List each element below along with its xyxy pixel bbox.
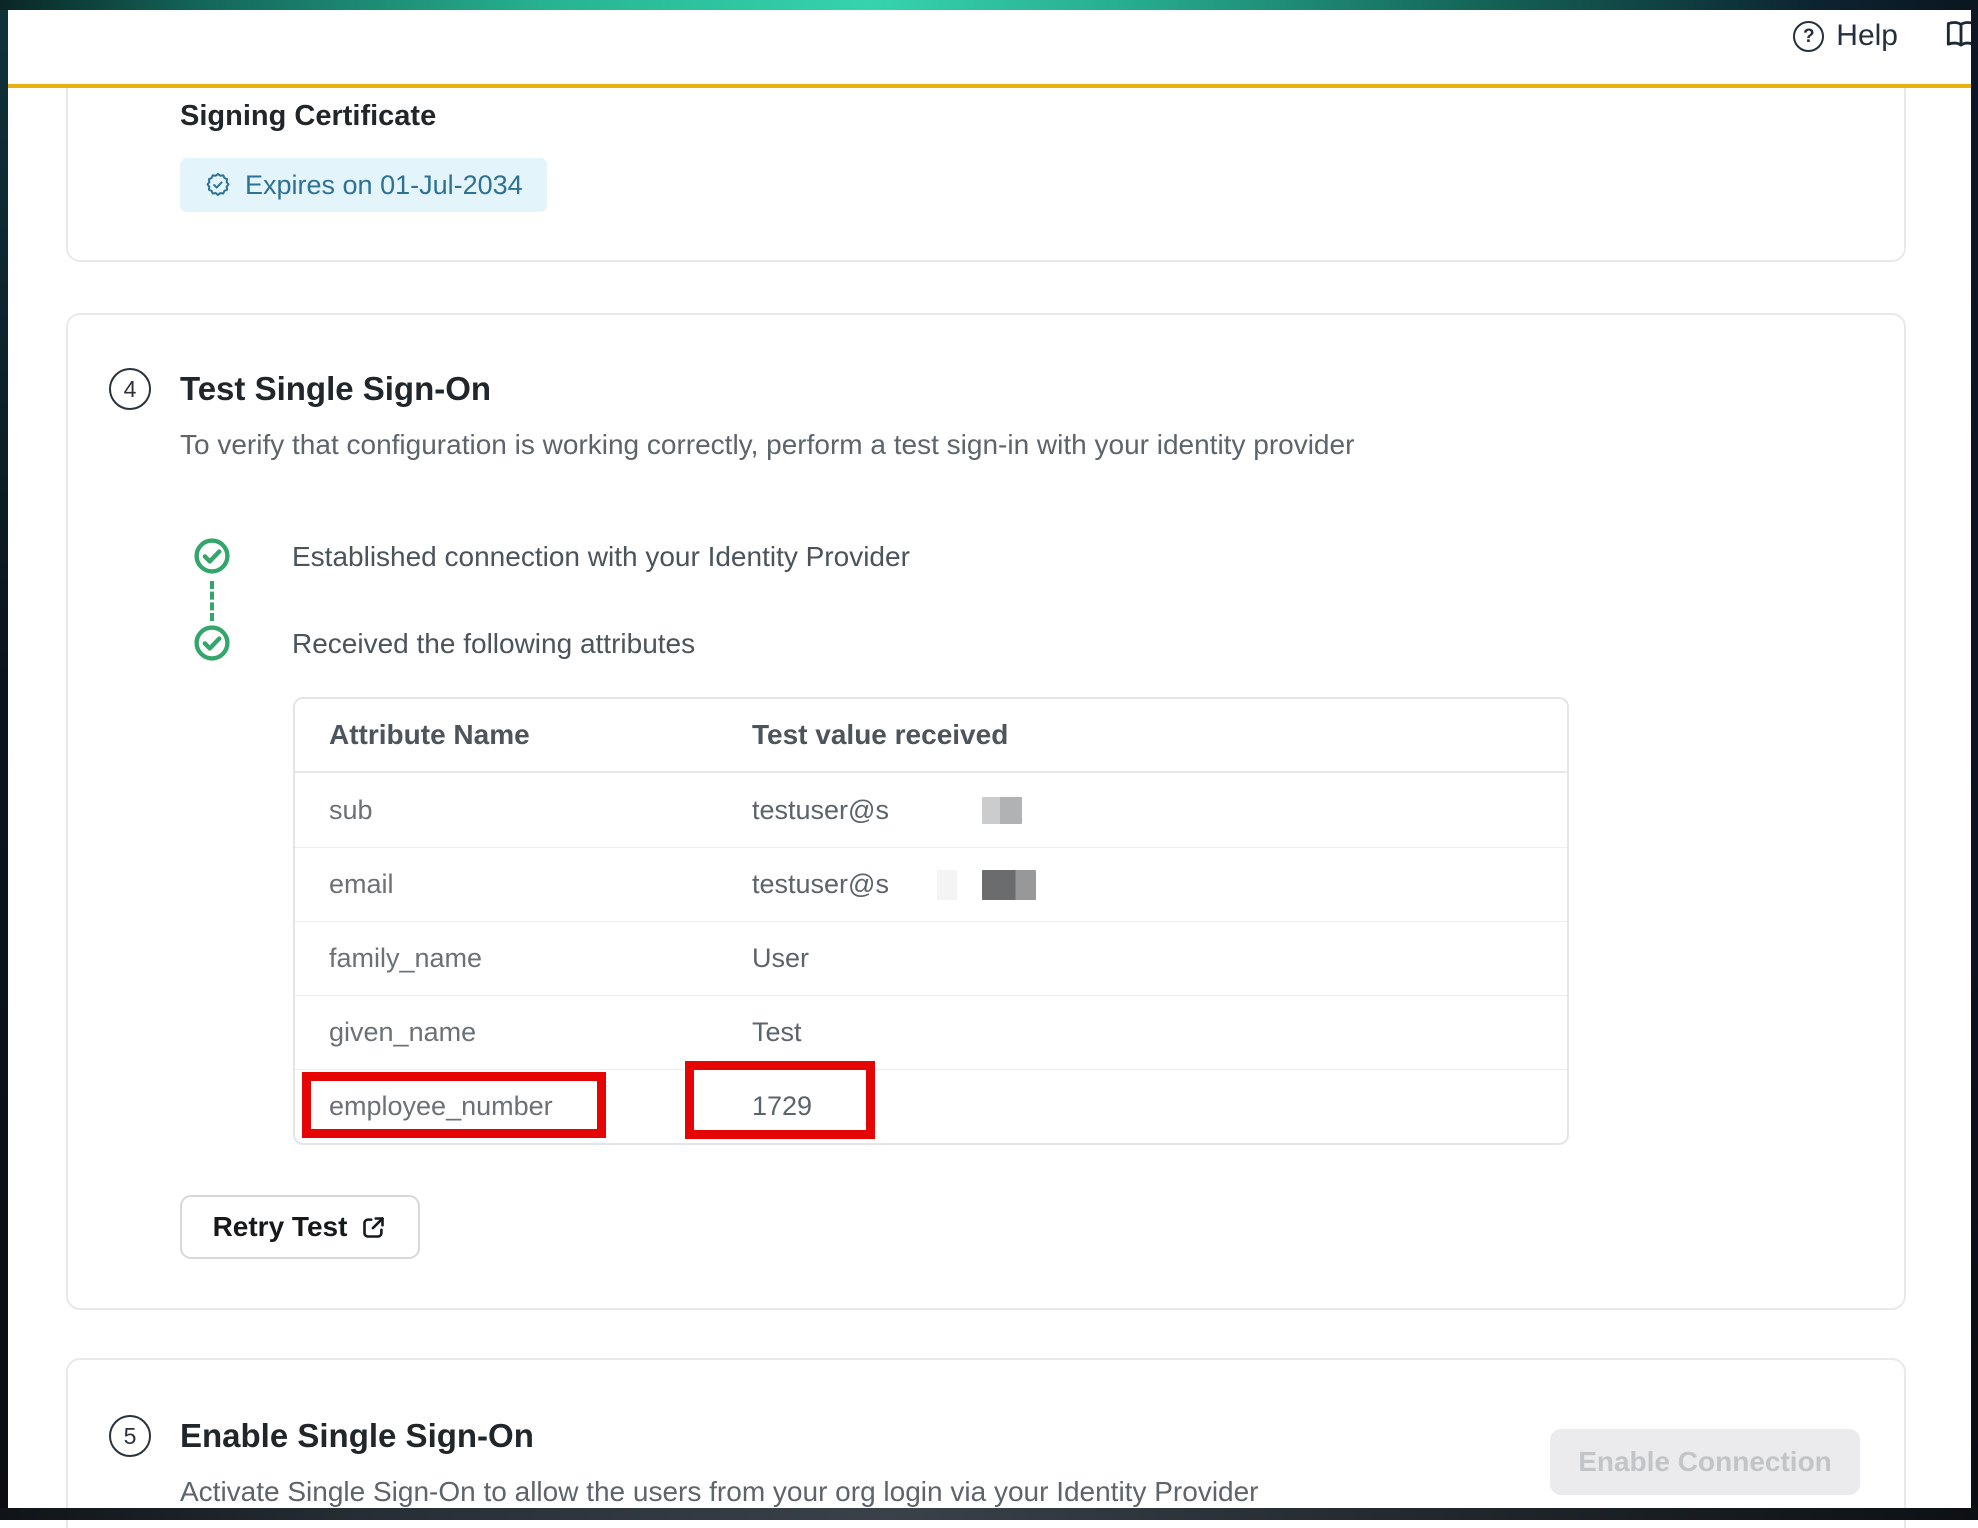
step-4-badge: 4 <box>109 368 151 410</box>
header-accent-divider <box>8 84 1971 88</box>
step-5-number: 5 <box>124 1423 137 1450</box>
enable-connection-label: Enable Connection <box>1578 1446 1832 1478</box>
test-sso-title: Test Single Sign-On <box>180 370 491 408</box>
window-top-gradient-strip <box>0 0 1978 10</box>
column-attribute-name: Attribute Name <box>329 719 752 751</box>
external-link-icon <box>360 1214 387 1241</box>
step-4-number: 4 <box>124 376 137 403</box>
step-connector-line <box>210 581 214 621</box>
enable-sso-card: 5 Enable Single Sign-On Activate Single … <box>66 1358 1906 1528</box>
enable-connection-button[interactable]: Enable Connection <box>1550 1429 1860 1495</box>
redaction-block <box>982 797 1022 824</box>
test-sso-description: To verify that configuration is working … <box>180 429 1354 461</box>
check-circle-icon <box>193 537 231 575</box>
check-step-connection: Established connection with your Identit… <box>292 541 910 573</box>
redaction-block <box>937 870 957 900</box>
help-label: Help <box>1836 19 1898 53</box>
retry-test-label: Retry Test <box>213 1211 348 1243</box>
attr-name: family_name <box>329 943 752 974</box>
attributes-table-header: Attribute Name Test value received <box>295 699 1567 773</box>
test-sso-card: 4 Test Single Sign-On To verify that con… <box>66 313 1906 1310</box>
window-bottom-strip <box>0 1508 1978 1520</box>
check-step-attributes: Received the following attributes <box>292 628 695 660</box>
attr-name: given_name <box>329 1017 752 1048</box>
redaction-block <box>982 870 1036 900</box>
column-test-value: Test value received <box>752 719 1567 751</box>
signing-certificate-title: Signing Certificate <box>180 100 436 133</box>
certificate-expiry-badge: Expires on 01-Jul-2034 <box>180 158 547 212</box>
certificate-expiry-text: Expires on 01-Jul-2034 <box>245 170 523 201</box>
attr-value: Test <box>752 1017 1567 1048</box>
attr-name: sub <box>329 795 752 826</box>
highlight-box-employee-number <box>302 1072 606 1138</box>
attr-value: testuser@s <box>752 869 1567 900</box>
signing-certificate-card: Signing Certificate Expires on 01-Jul-20… <box>66 88 1906 262</box>
highlight-box-1729 <box>685 1061 875 1139</box>
attr-value: User <box>752 943 1567 974</box>
window-left-edge <box>0 0 8 1520</box>
attr-value: testuser@s <box>752 795 1567 826</box>
help-button[interactable]: ? Help <box>1793 16 1898 56</box>
retry-test-button[interactable]: Retry Test <box>180 1195 420 1259</box>
check-circle-icon <box>193 624 231 662</box>
step-5-badge: 5 <box>109 1415 151 1457</box>
window-right-edge <box>1971 0 1978 1520</box>
table-row: email testuser@s <box>295 847 1567 921</box>
table-row: sub testuser@s <box>295 773 1567 847</box>
table-row: given_name Test <box>295 995 1567 1069</box>
table-row: family_name User <box>295 921 1567 995</box>
enable-sso-title: Enable Single Sign-On <box>180 1417 534 1455</box>
badge-check-icon <box>204 171 232 199</box>
question-mark-icon: ? <box>1793 21 1824 52</box>
attr-name: email <box>329 869 752 900</box>
enable-sso-description: Activate Single Sign-On to allow the use… <box>180 1476 1259 1508</box>
